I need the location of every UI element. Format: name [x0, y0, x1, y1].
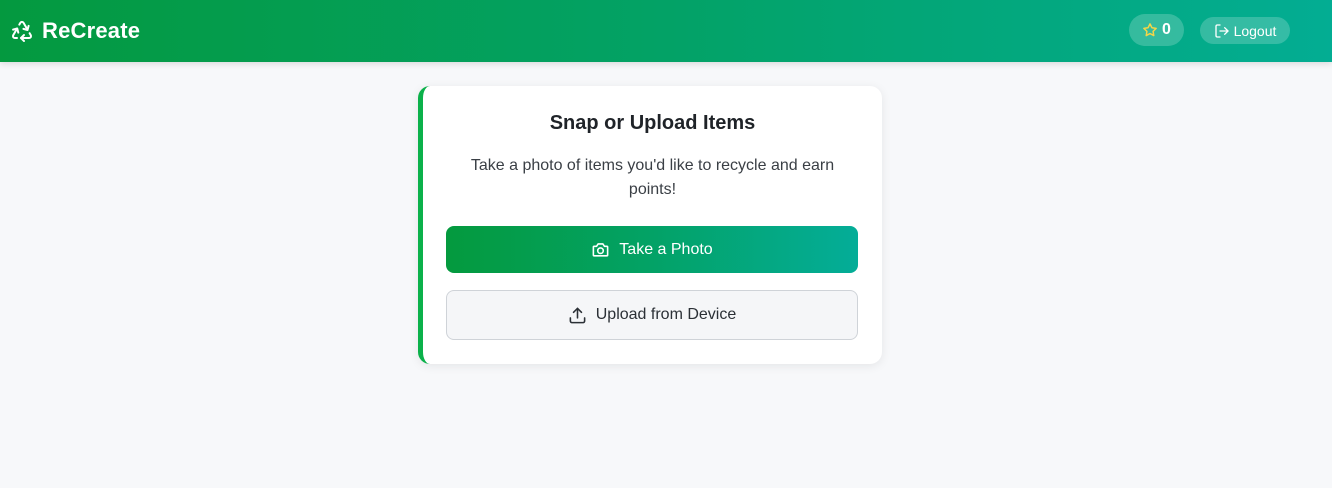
points-badge[interactable]: 0 — [1129, 14, 1184, 46]
upload-icon — [569, 307, 586, 323]
top-app-bar: ReCreate 0 Logout — [0, 0, 1332, 62]
app-title: ReCreate — [42, 18, 141, 43]
take-photo-label: Take a Photo — [619, 240, 713, 258]
points-value: 0 — [1162, 21, 1171, 38]
upload-from-device-label: Upload from Device — [595, 306, 737, 323]
logout-button[interactable]: Logout — [1200, 17, 1290, 44]
camera-icon — [592, 243, 609, 257]
take-photo-button[interactable]: Take a Photo — [446, 226, 858, 273]
recycle-icon — [11, 20, 33, 42]
brand[interactable]: ReCreate — [10, 17, 140, 45]
logout-icon — [1214, 23, 1229, 38]
upload-card: Snap or Upload Items Take a photo of ite… — [418, 86, 882, 364]
star-icon — [1143, 23, 1157, 37]
card-description: Take a photo of items you'd like to recy… — [470, 157, 835, 198]
upload-from-device-button[interactable]: Upload from Device — [446, 290, 858, 340]
logout-label: Logout — [1233, 22, 1277, 39]
card-title: Snap or Upload Items — [549, 112, 756, 134]
